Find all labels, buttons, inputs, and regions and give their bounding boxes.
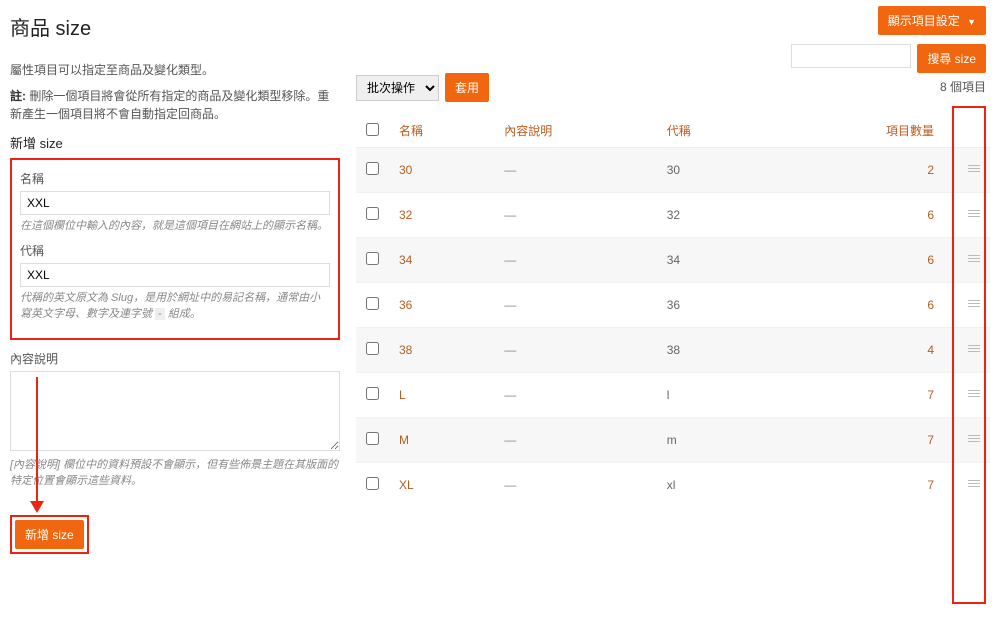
row-checkbox[interactable] — [366, 342, 379, 355]
drag-handle-icon[interactable] — [958, 283, 990, 328]
item-count: 8 個項目 — [940, 78, 986, 95]
drag-handle-icon[interactable] — [958, 418, 990, 463]
table-row: 36—366 — [356, 283, 990, 328]
row-name[interactable]: 32 — [389, 193, 494, 238]
row-checkbox[interactable] — [366, 387, 379, 400]
select-all-checkbox[interactable] — [366, 123, 379, 136]
name-input[interactable] — [20, 191, 330, 215]
name-label: 名稱 — [20, 170, 330, 187]
row-count: 6 — [762, 193, 958, 238]
row-slug: xl — [657, 463, 762, 508]
row-slug: m — [657, 418, 762, 463]
row-checkbox[interactable] — [366, 252, 379, 265]
terms-table: 名稱 內容說明 代稱 項目數量 30—30232—32634—34636—366… — [356, 114, 990, 507]
row-slug: 30 — [657, 148, 762, 193]
row-count: 6 — [762, 283, 958, 328]
desc-label: 內容說明 — [10, 350, 340, 367]
bulk-action-select[interactable]: 批次操作 — [356, 75, 439, 101]
row-slug: 36 — [657, 283, 762, 328]
note-text: 註: 刪除一個項目將會從所有指定的商品及變化類型移除。重新產生一個項目將不會自動… — [10, 87, 340, 123]
drag-handle-icon[interactable] — [958, 193, 990, 238]
table-row: 34—346 — [356, 238, 990, 283]
row-name[interactable]: 34 — [389, 238, 494, 283]
row-desc: — — [494, 373, 657, 418]
col-desc[interactable]: 內容說明 — [494, 114, 657, 148]
table-row: 32—326 — [356, 193, 990, 238]
row-desc: — — [494, 463, 657, 508]
row-name[interactable]: 38 — [389, 328, 494, 373]
form-highlight-box: 名稱 在這個欄位中輸入的內容，就是這個項目在網站上的顯示名稱。 代稱 代稱的英文… — [10, 158, 340, 340]
row-checkbox[interactable] — [366, 297, 379, 310]
row-count: 6 — [762, 238, 958, 283]
bulk-apply-button[interactable]: 套用 — [445, 73, 489, 102]
row-slug: 38 — [657, 328, 762, 373]
slug-input[interactable] — [20, 263, 330, 287]
row-slug: 34 — [657, 238, 762, 283]
row-desc: — — [494, 328, 657, 373]
add-section-title: 新增 size — [10, 133, 340, 152]
row-desc: — — [494, 283, 657, 328]
page-title: 商品 size — [0, 0, 1000, 41]
add-size-button[interactable]: 新增 size — [15, 520, 84, 549]
slug-label: 代稱 — [20, 242, 330, 259]
col-name[interactable]: 名稱 — [389, 114, 494, 148]
row-name[interactable]: XL — [389, 463, 494, 508]
row-desc: — — [494, 148, 657, 193]
table-row: 38—384 — [356, 328, 990, 373]
chevron-down-icon: ▼ — [967, 17, 976, 27]
row-count: 7 — [762, 373, 958, 418]
submit-highlight-box: 新增 size — [10, 515, 89, 554]
note-label: 註: — [10, 89, 26, 103]
desc-textarea[interactable] — [10, 371, 340, 451]
row-desc: — — [494, 193, 657, 238]
col-count[interactable]: 項目數量 — [762, 114, 958, 148]
drag-handle-icon[interactable] — [958, 373, 990, 418]
row-name[interactable]: M — [389, 418, 494, 463]
row-slug: 32 — [657, 193, 762, 238]
row-checkbox[interactable] — [366, 477, 379, 490]
display-settings-button[interactable]: 顯示項目設定 ▼ — [878, 6, 986, 35]
name-help: 在這個欄位中輸入的內容，就是這個項目在網站上的顯示名稱。 — [20, 219, 330, 234]
search-button[interactable]: 搜尋 size — [917, 44, 986, 73]
row-name[interactable]: 30 — [389, 148, 494, 193]
row-desc: — — [494, 418, 657, 463]
drag-handle-icon[interactable] — [958, 148, 990, 193]
row-checkbox[interactable] — [366, 432, 379, 445]
slug-help: 代稱的英文原文為 Slug，是用於網址中的易記名稱，通常由小寫英文字母、數字及連… — [20, 291, 330, 322]
row-count: 7 — [762, 418, 958, 463]
row-count: 7 — [762, 463, 958, 508]
col-slug[interactable]: 代稱 — [657, 114, 762, 148]
note-body: 刪除一個項目將會從所有指定的商品及變化類型移除。重新產生一個項目將不會自動指定回… — [10, 89, 329, 121]
row-checkbox[interactable] — [366, 207, 379, 220]
row-name[interactable]: L — [389, 373, 494, 418]
display-settings-label: 顯示項目設定 — [888, 14, 960, 28]
drag-handle-icon[interactable] — [958, 463, 990, 508]
intro-text: 屬性項目可以指定至商品及變化類型。 — [10, 61, 340, 79]
table-row: XL—xl7 — [356, 463, 990, 508]
table-row: M—m7 — [356, 418, 990, 463]
table-row: 30—302 — [356, 148, 990, 193]
row-checkbox[interactable] — [366, 162, 379, 175]
row-slug: l — [657, 373, 762, 418]
table-row: L—l7 — [356, 373, 990, 418]
row-count: 4 — [762, 328, 958, 373]
search-input[interactable] — [791, 44, 911, 68]
desc-help: [內容說明] 欄位中的資料預設不會顯示，但有些佈景主題在其版面的特定位置會顯示這… — [10, 458, 340, 489]
row-name[interactable]: 36 — [389, 283, 494, 328]
row-desc: — — [494, 238, 657, 283]
drag-handle-icon[interactable] — [958, 328, 990, 373]
drag-handle-icon[interactable] — [958, 238, 990, 283]
row-count: 2 — [762, 148, 958, 193]
